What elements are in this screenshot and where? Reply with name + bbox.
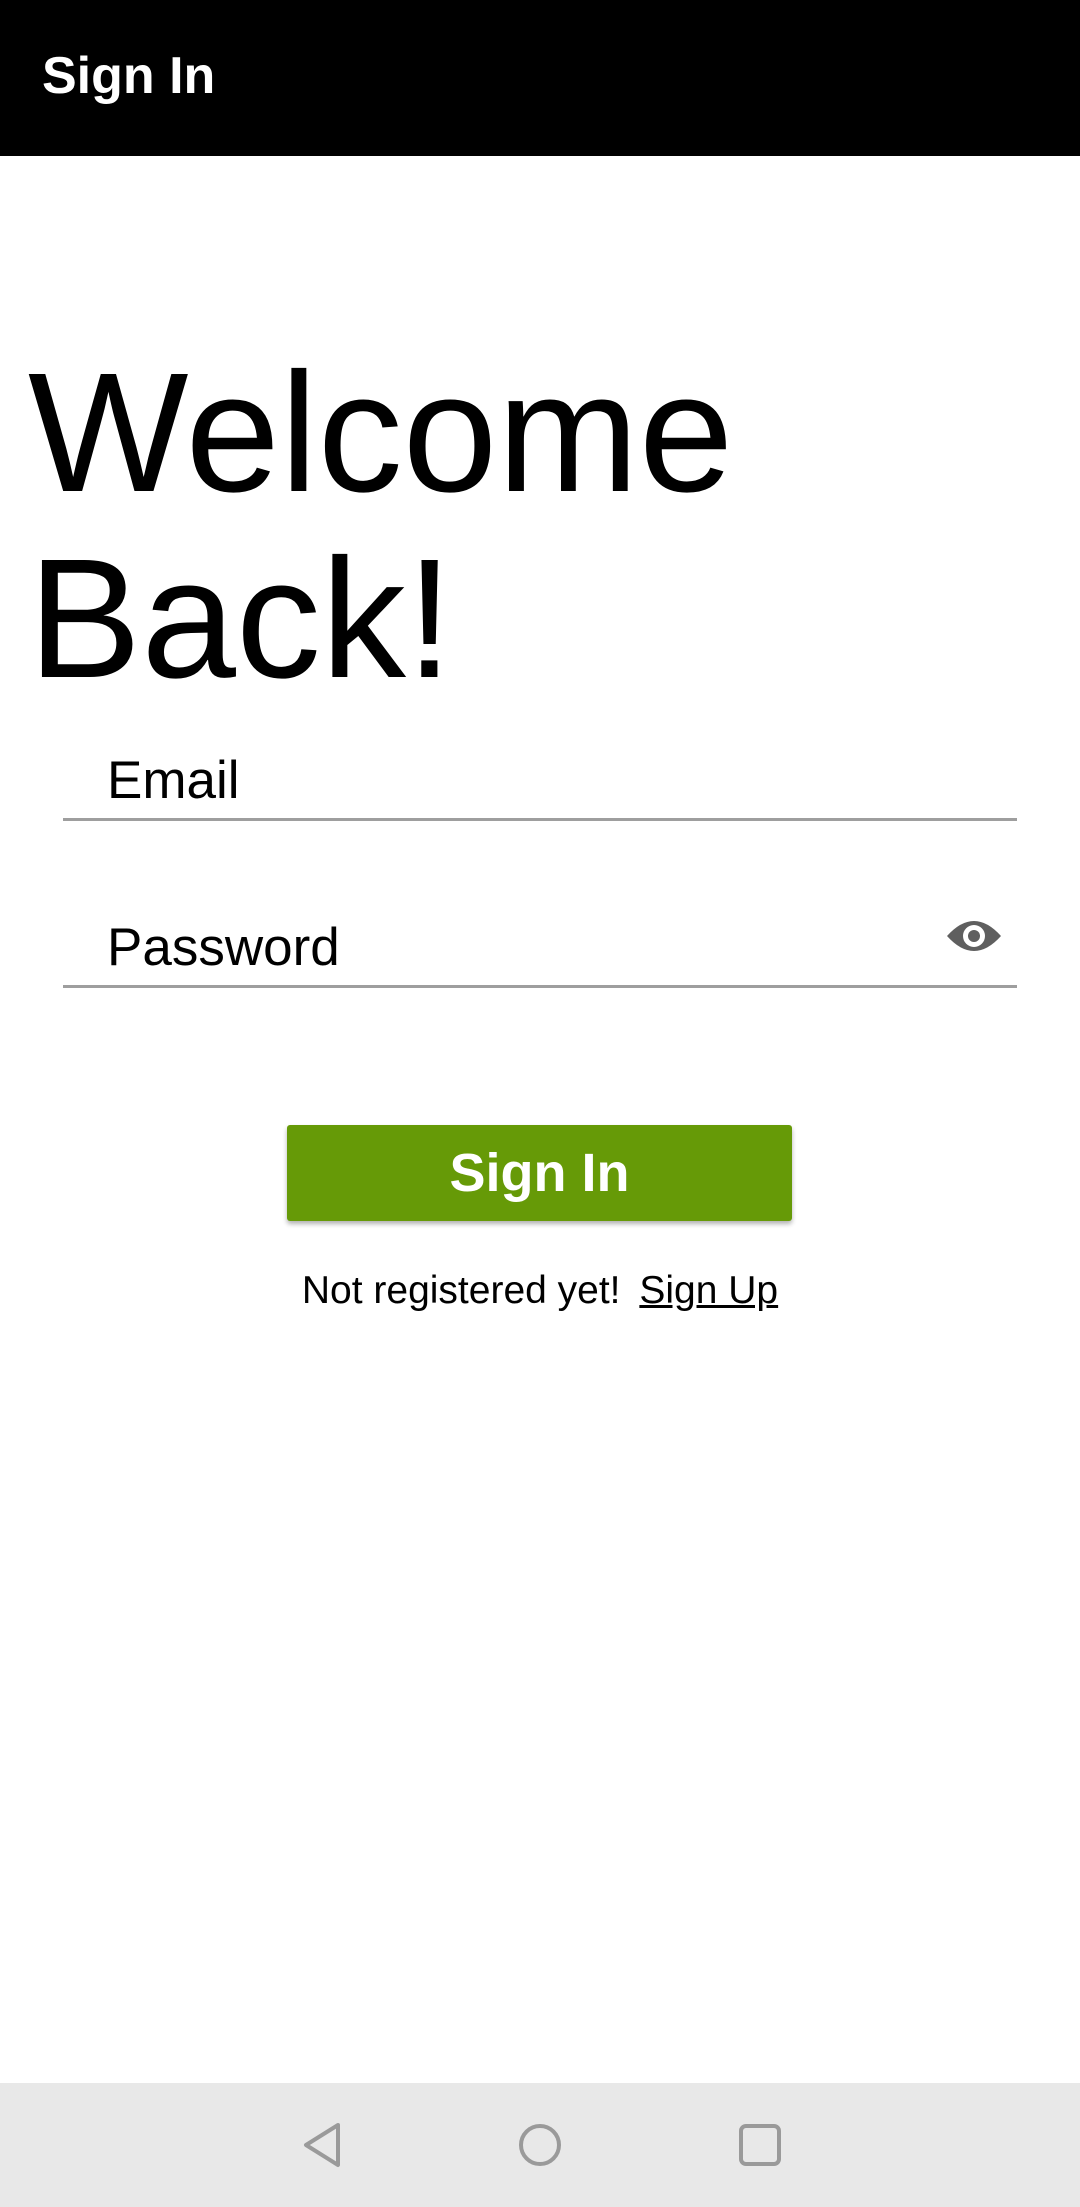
password-field (63, 905, 1017, 988)
recents-square-icon[interactable] (730, 2115, 790, 2175)
signup-row: Not registered yet! Sign Up (0, 1266, 1080, 1316)
welcome-heading: Welcome Back! (28, 338, 734, 714)
password-input[interactable] (107, 913, 927, 981)
sign-up-link[interactable]: Sign Up (639, 1269, 778, 1312)
sign-in-button[interactable]: Sign In (287, 1125, 792, 1221)
email-field (63, 738, 1017, 821)
app-bar-title: Sign In (42, 47, 216, 105)
home-circle-icon[interactable] (510, 2115, 570, 2175)
back-triangle-icon[interactable] (292, 2115, 352, 2175)
signup-prompt: Not registered yet! (301, 1269, 621, 1312)
email-input[interactable] (107, 746, 927, 814)
app-bar: Sign In (0, 0, 1080, 156)
eye-icon[interactable] (943, 905, 1005, 967)
system-nav-bar (0, 2083, 1080, 2207)
